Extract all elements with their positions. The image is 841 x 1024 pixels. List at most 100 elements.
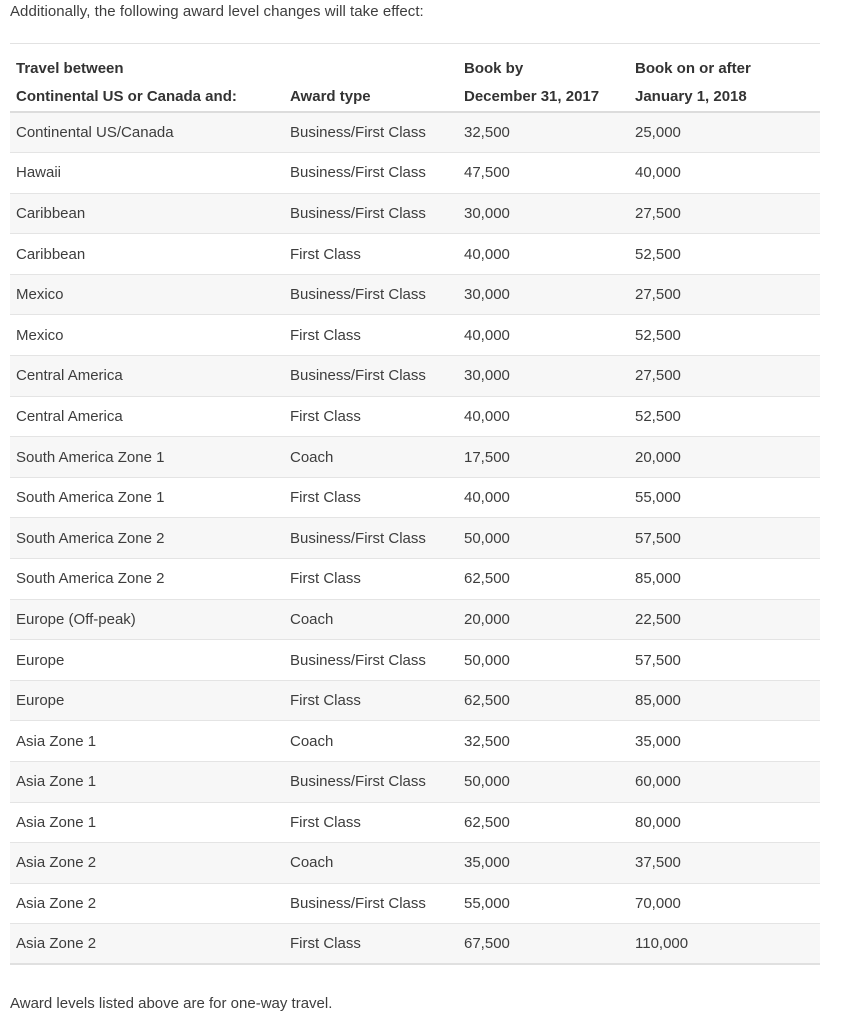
cell-book-after: 25,000	[635, 124, 681, 142]
cell-award-type: First Class	[290, 245, 361, 263]
cell-book-by: 67,500	[464, 935, 510, 953]
cell-destination: Asia Zone 2	[16, 854, 97, 872]
header-line-2: Award type	[290, 88, 371, 105]
cell-book-after: 37,500	[635, 854, 681, 872]
table-row: Mexico Business/First Class 30,000 27,500	[10, 274, 820, 315]
table-row: Asia Zone 1 First Class 62,500 80,000	[10, 802, 820, 843]
header-line-1: Book on or after	[635, 60, 751, 77]
cell-award-type: Business/First Class	[290, 204, 426, 222]
cell-destination: Central America	[16, 367, 123, 385]
cell-book-by: 20,000	[464, 610, 510, 628]
cell-award-type: Business/First Class	[290, 164, 426, 182]
cell-destination: Caribbean	[16, 245, 86, 263]
cell-destination: South America Zone 1	[16, 448, 165, 466]
cell-book-after: 35,000	[635, 732, 681, 750]
table-row: Central America First Class 40,000 52,500	[10, 396, 820, 437]
table-row: South America Zone 1 First Class 40,000 55,…	[10, 477, 820, 518]
header-line-2: Continental US or Canada and:	[16, 88, 237, 105]
cell-award-type: Coach	[290, 732, 334, 750]
header-line-1: Book by	[464, 60, 524, 77]
header-book-by: Book by December 31, 2017	[458, 44, 629, 113]
table-row: South America Zone 1 Coach 17,500 20,000	[10, 436, 820, 478]
cell-destination: Asia Zone 2	[16, 935, 97, 953]
cell-destination: Hawaii	[16, 164, 62, 182]
header-book-on-or-after: Book on or after January 1, 2018	[629, 44, 820, 113]
cell-book-by: 30,000	[464, 286, 510, 304]
table-row: Europe Business/First Class 50,000 57,500	[10, 639, 820, 681]
cell-destination: Asia Zone 1	[16, 813, 97, 831]
cell-book-by: 47,500	[464, 164, 510, 182]
table-row: Asia Zone 2 Coach 35,000 37,500	[10, 842, 820, 884]
cell-book-after: 52,500	[635, 326, 681, 344]
cell-destination: South America Zone 2	[16, 570, 165, 588]
table-row: Asia Zone 1 Business/First Class 50,000 60,…	[10, 761, 820, 803]
table-row: Caribbean First Class 40,000 52,500	[10, 233, 820, 275]
cell-book-after: 22,500	[635, 610, 681, 628]
table-body: Continental US/Canada Business/First Clas…	[10, 112, 820, 965]
cell-destination: Central America	[16, 407, 123, 425]
cell-destination: South America Zone 2	[16, 529, 165, 547]
cell-book-after: 60,000	[635, 773, 681, 791]
cell-book-after: 55,000	[635, 489, 681, 507]
cell-book-after: 52,500	[635, 407, 681, 425]
table-row: South America Zone 2 First Class 62,500 85,…	[10, 558, 820, 600]
cell-book-after: 85,000	[635, 692, 681, 710]
cell-award-type: Coach	[290, 448, 334, 466]
cell-destination: Europe	[16, 651, 65, 669]
table-row: Asia Zone 2 Business/First Class 55,000 70,…	[10, 883, 820, 924]
cell-book-after: 85,000	[635, 570, 681, 588]
cell-book-after: 20,000	[635, 448, 681, 466]
intro-text: Additionally, the following award level …	[10, 3, 424, 20]
cell-destination: Europe (Off-peak)	[16, 610, 136, 628]
cell-award-type: Business/First Class	[290, 124, 426, 142]
cell-book-by: 55,000	[464, 895, 510, 913]
cell-book-by: 50,000	[464, 651, 510, 669]
cell-book-by: 17,500	[464, 448, 510, 466]
cell-book-by: 30,000	[464, 367, 510, 385]
cell-destination: Mexico	[16, 326, 64, 344]
cell-award-type: First Class	[290, 489, 361, 507]
cell-destination: Asia Zone 1	[16, 732, 97, 750]
cell-award-type: First Class	[290, 570, 361, 588]
table-row: Central America Business/First Class 30,00…	[10, 355, 820, 397]
header-row: Travel between Continental US or Canada …	[10, 43, 820, 113]
header-award-type: Award type	[284, 44, 458, 113]
header-line-1: Travel between	[16, 60, 124, 77]
cell-award-type: Business/First Class	[290, 651, 426, 669]
cell-award-type: Business/First Class	[290, 286, 426, 304]
cell-book-after: 27,500	[635, 367, 681, 385]
cell-book-after: 27,500	[635, 204, 681, 222]
table-row: Asia Zone 1 Coach 32,500 35,000	[10, 720, 820, 762]
cell-book-by: 62,500	[464, 813, 510, 831]
table-row: Europe First Class 62,500 85,000	[10, 680, 820, 721]
cell-book-after: 57,500	[635, 529, 681, 547]
cell-book-after: 52,500	[635, 245, 681, 263]
table-row: Caribbean Business/First Class 30,000 27,50…	[10, 193, 820, 234]
table-row: Mexico First Class 40,000 52,500	[10, 314, 820, 356]
cell-award-type: First Class	[290, 813, 361, 831]
table-row: Hawaii Business/First Class 47,500 40,000	[10, 152, 820, 194]
cell-award-type: Business/First Class	[290, 773, 426, 791]
cell-award-type: Coach	[290, 854, 334, 872]
footer-note: Award levels listed above are for one-wa…	[10, 995, 333, 1012]
cell-book-after: 27,500	[635, 286, 681, 304]
table-header: Travel between Continental US or Canada …	[10, 43, 820, 113]
cell-book-by: 50,000	[464, 773, 510, 791]
cell-award-type: Business/First Class	[290, 529, 426, 547]
cell-book-by: 62,500	[464, 570, 510, 588]
header-line-2: December 31, 2017	[464, 88, 600, 105]
cell-award-type: First Class	[290, 692, 361, 710]
cell-book-by: 30,000	[464, 204, 510, 222]
cell-book-by: 40,000	[464, 245, 510, 263]
cell-destination: Asia Zone 2	[16, 895, 97, 913]
cell-book-after: 40,000	[635, 164, 681, 182]
cell-book-by: 50,000	[464, 529, 510, 547]
cell-award-type: Business/First Class	[290, 367, 426, 385]
table-row: Continental US/Canada Business/First Clas…	[10, 112, 820, 153]
header-travel-between: Travel between Continental US or Canada …	[10, 44, 284, 113]
cell-award-type: First Class	[290, 326, 361, 344]
table-row: Europe (Off-peak) Coach 20,000 22,500	[10, 599, 820, 640]
cell-book-by: 40,000	[464, 407, 510, 425]
cell-book-by: 32,500	[464, 732, 510, 750]
award-level-table: Travel between Continental US or Canada …	[10, 43, 820, 965]
